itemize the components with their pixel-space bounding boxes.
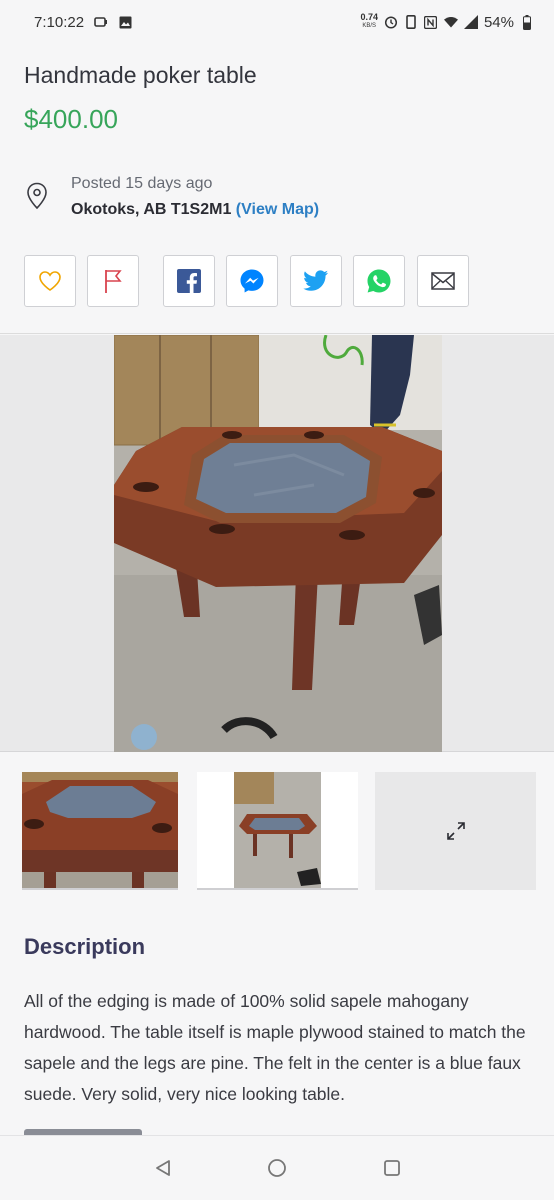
heart-icon [39, 271, 61, 291]
messenger-icon [240, 269, 264, 293]
twitter-icon [303, 270, 328, 291]
action-bar [0, 255, 554, 307]
home-icon [268, 1159, 286, 1177]
listing-header: Handmade poker table $400.00 Posted 15 d… [0, 44, 554, 334]
listing-title: Handmade poker table [24, 62, 257, 88]
share-email-button[interactable] [417, 255, 469, 307]
vibrate-icon [404, 15, 418, 29]
nfc-icon [424, 15, 438, 29]
share-whatsapp-button[interactable] [353, 255, 405, 307]
thumbnail-strip [0, 752, 554, 908]
favorite-button[interactable] [24, 255, 76, 307]
recents-icon [384, 1160, 400, 1176]
home-button[interactable] [266, 1157, 288, 1179]
share-twitter-button[interactable] [290, 255, 342, 307]
system-nav-bar [0, 1135, 554, 1200]
main-image-viewer[interactable] [0, 335, 554, 752]
email-icon [431, 272, 455, 290]
status-time: 7:10:22 [34, 13, 85, 31]
battery-icon [520, 14, 534, 30]
poker-table-photo[interactable] [114, 335, 442, 752]
view-map-link[interactable]: (View Map) [236, 201, 319, 218]
net-speed: 0.74 KB/S [360, 13, 378, 31]
listing-location: Okotoks, AB T1S2M1 (View Map) [71, 201, 319, 219]
posted-date: Posted 15 days ago [71, 175, 213, 192]
description-text: All of the edging is made of 100% solid … [24, 991, 526, 1104]
signal-icon [463, 15, 478, 29]
alarm-icon [384, 15, 398, 29]
expand-icon [446, 822, 465, 840]
thumbnail-1[interactable] [22, 772, 178, 890]
status-bar: 7:10:22 0.74 KB/S 54% [0, 0, 554, 44]
back-button[interactable] [152, 1157, 174, 1179]
fullscreen-button[interactable] [375, 772, 536, 890]
net-speed-value: 0.74 [360, 12, 378, 22]
image-icon [118, 15, 132, 29]
share-messenger-button[interactable] [226, 255, 278, 307]
net-speed-unit: KB/S [362, 23, 377, 29]
location-pin-icon [26, 182, 48, 210]
report-button[interactable] [87, 255, 139, 307]
recents-button[interactable] [381, 1157, 403, 1179]
screen-record-icon [94, 15, 108, 29]
whatsapp-icon [367, 269, 391, 293]
wifi-icon [443, 15, 458, 29]
share-facebook-button[interactable] [163, 255, 215, 307]
flag-icon [105, 270, 122, 293]
facebook-icon [177, 269, 201, 293]
listing-price: $400.00 [24, 104, 118, 134]
thumbnail-2[interactable] [197, 772, 358, 890]
back-icon [156, 1160, 170, 1176]
battery-percent: 54% [483, 13, 514, 31]
location-text: Okotoks, AB T1S2M1 [71, 201, 232, 218]
description-heading: Description [24, 934, 146, 959]
